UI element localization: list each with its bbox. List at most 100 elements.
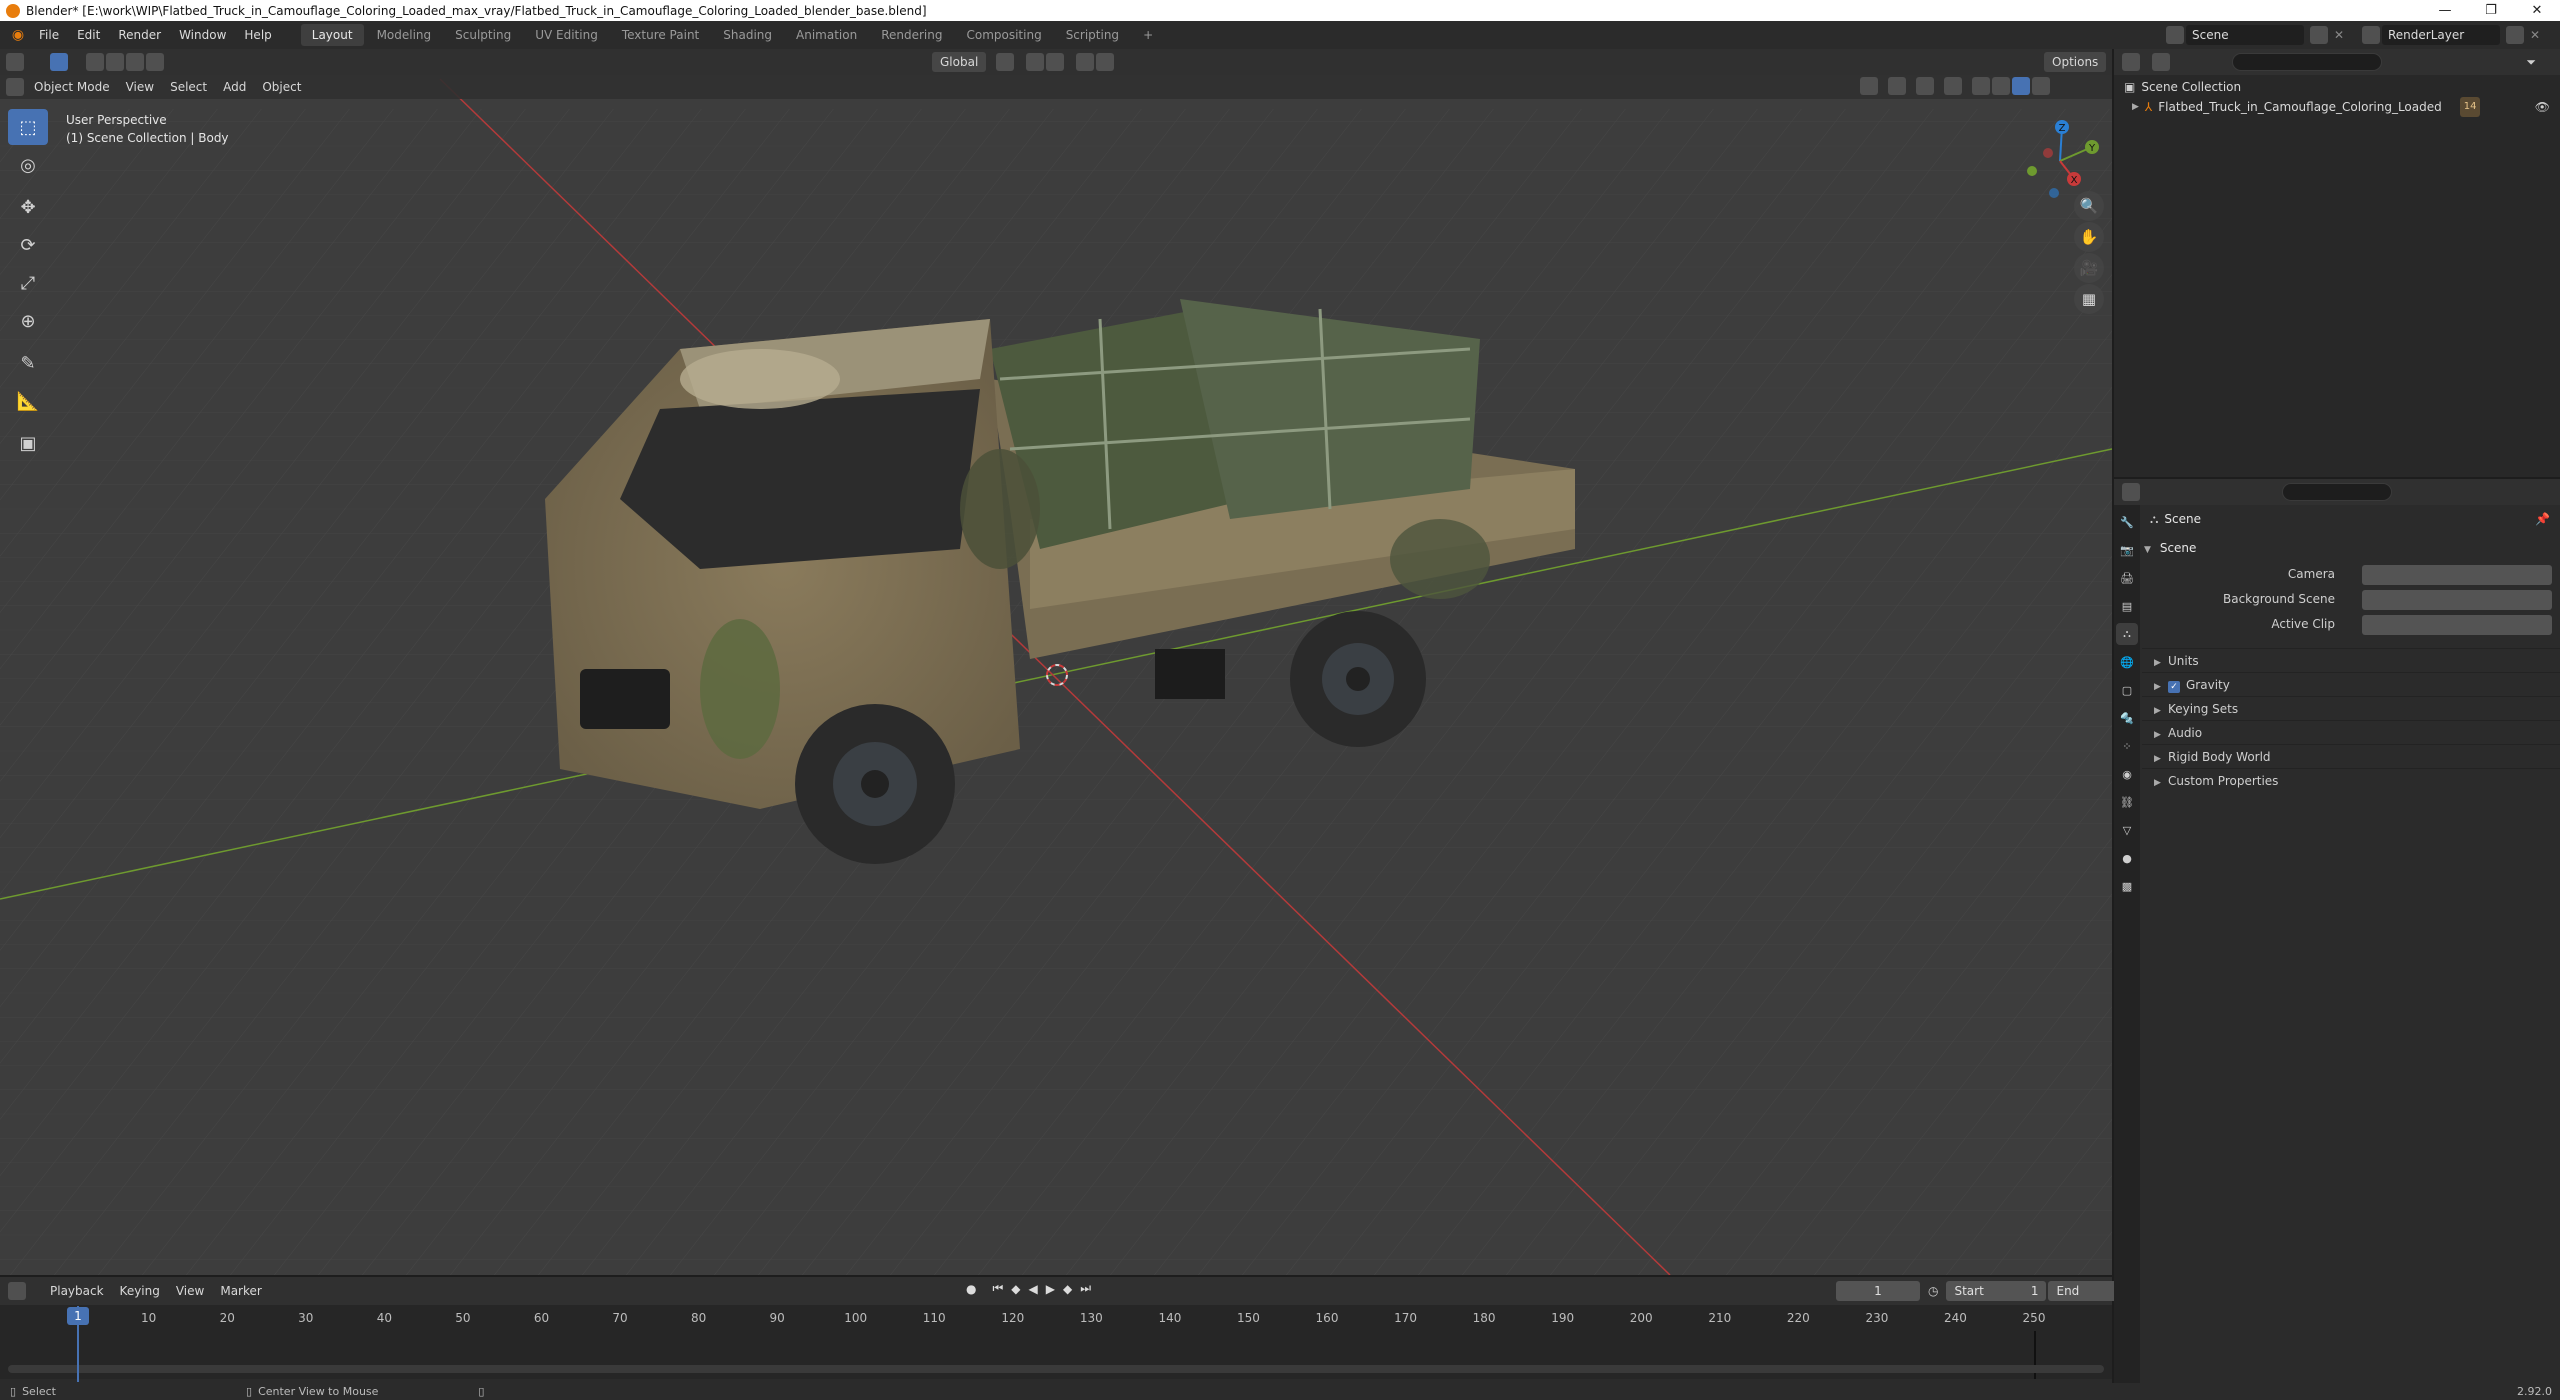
menu-view[interactable]: View: [118, 77, 162, 97]
modifier-tab-icon[interactable]: 🔩: [2116, 707, 2138, 729]
units-panel[interactable]: ▶ Units: [2142, 648, 2560, 672]
start-frame-field[interactable]: Start 1: [1946, 1281, 2047, 1301]
new-scene-icon[interactable]: [2310, 26, 2328, 44]
particles-tab-icon[interactable]: ⁘: [2116, 735, 2138, 757]
properties-editor-type-icon[interactable]: [2122, 483, 2140, 501]
tab-texture-paint[interactable]: Texture Paint: [611, 24, 710, 46]
record-icon[interactable]: ●: [966, 1282, 976, 1296]
rigid-body-world-panel[interactable]: ▶ Rigid Body World: [2142, 744, 2560, 768]
physics-tab-icon[interactable]: ◉: [2116, 763, 2138, 785]
measure-tool-icon[interactable]: 📐: [8, 383, 48, 419]
move-tool-icon[interactable]: ✥: [8, 189, 48, 225]
zoom-icon[interactable]: 🔍: [2074, 191, 2104, 221]
constraints-tab-icon[interactable]: ⛓: [2116, 791, 2138, 813]
timeline-scrollbar[interactable]: [8, 1365, 2104, 1373]
remove-view-layer-icon[interactable]: ✕: [2530, 28, 2540, 42]
gizmo-toggle-icon[interactable]: [1888, 77, 1906, 95]
minimize-button[interactable]: —: [2422, 0, 2468, 21]
keying-sets-panel[interactable]: ▶ Keying Sets: [2142, 696, 2560, 720]
mode-dropdown[interactable]: Object Mode: [26, 77, 118, 97]
mode-extend-icon[interactable]: [106, 53, 124, 71]
outliner-editor-type-icon[interactable]: [2122, 53, 2140, 71]
snap-icon[interactable]: [1026, 53, 1045, 71]
display-mode-icon[interactable]: [2152, 53, 2170, 71]
timeline-track-area[interactable]: [0, 1331, 2112, 1379]
falloff-icon[interactable]: [1096, 53, 1115, 71]
xray-icon[interactable]: [1944, 77, 1962, 95]
menu-window[interactable]: Window: [170, 21, 235, 49]
menu-timeline-view[interactable]: View: [168, 1281, 212, 1301]
ortho-grid-icon[interactable]: ▦: [2074, 284, 2104, 314]
playhead-frame-label[interactable]: 1: [67, 1307, 89, 1325]
menu-help[interactable]: Help: [235, 21, 280, 49]
navigation-gizmo[interactable]: Z Y X: [2010, 113, 2100, 203]
remove-scene-icon[interactable]: ✕: [2334, 28, 2344, 42]
add-workspace-button[interactable]: +: [1132, 24, 1164, 46]
close-button[interactable]: ✕: [2514, 0, 2560, 21]
tab-sculpting[interactable]: Sculpting: [444, 24, 522, 46]
neg-x-axis-gizmo[interactable]: [2043, 148, 2053, 158]
mode-intersect-icon[interactable]: [146, 53, 164, 71]
menu-marker[interactable]: Marker: [212, 1281, 269, 1301]
overlay-toggle-icon[interactable]: [1916, 77, 1934, 95]
properties-search-input[interactable]: [2282, 483, 2392, 501]
shading-wireframe-icon[interactable]: [1972, 77, 1990, 95]
shading-rendered-icon[interactable]: [2032, 77, 2050, 95]
snap-target-icon[interactable]: [1046, 53, 1065, 71]
restore-button[interactable]: ❐: [2468, 0, 2514, 21]
scene-tab-icon[interactable]: ⛬: [2116, 623, 2138, 645]
camera-field[interactable]: [2362, 565, 2552, 585]
tab-uv-editing[interactable]: UV Editing: [524, 24, 609, 46]
scene-collection-row[interactable]: ▣ Scene Collection: [2124, 77, 2560, 97]
render-tab-icon[interactable]: 📷: [2116, 539, 2138, 561]
object-tab-icon[interactable]: ▢: [2116, 679, 2138, 701]
audio-panel[interactable]: ▶ Audio: [2142, 720, 2560, 744]
tab-layout[interactable]: Layout: [300, 24, 364, 46]
menu-file[interactable]: File: [30, 21, 68, 49]
menu-add[interactable]: Add: [215, 77, 254, 97]
select-box-icon[interactable]: [50, 53, 68, 71]
data-tab-icon[interactable]: ▽: [2116, 819, 2138, 841]
menu-playback[interactable]: Playback: [42, 1281, 112, 1301]
menu-object[interactable]: Object: [254, 77, 309, 97]
view-layer-tab-icon[interactable]: ▤: [2116, 595, 2138, 617]
menu-render[interactable]: Render: [109, 21, 170, 49]
editor-type-icon[interactable]: [6, 53, 24, 71]
scene-panel-header[interactable]: ▼ Scene: [2142, 533, 2560, 563]
play-reverse-icon[interactable]: ◀: [1029, 1282, 1038, 1296]
transform-tool-icon[interactable]: ⊕: [8, 303, 48, 339]
current-frame-field[interactable]: 1: [1836, 1281, 1920, 1301]
next-keyframe-icon[interactable]: ◆: [1063, 1282, 1072, 1296]
new-view-layer-icon[interactable]: [2506, 26, 2524, 44]
neg-z-axis-gizmo[interactable]: [2049, 188, 2059, 198]
blender-menu-icon[interactable]: ◉: [6, 25, 30, 45]
custom-properties-panel[interactable]: ▶ Custom Properties: [2142, 768, 2560, 792]
filter-icon[interactable]: ⏷: [2526, 55, 2536, 70]
view-layer-selector[interactable]: RenderLayer: [2382, 25, 2500, 45]
tab-animation[interactable]: Animation: [785, 24, 868, 46]
tab-shading[interactable]: Shading: [712, 24, 783, 46]
tab-scripting[interactable]: Scripting: [1055, 24, 1130, 46]
shading-solid-icon[interactable]: [1992, 77, 2010, 95]
shading-material-icon[interactable]: [2012, 77, 2030, 95]
tab-modeling[interactable]: Modeling: [366, 24, 443, 46]
scene-selector[interactable]: Scene: [2186, 25, 2304, 45]
rotate-tool-icon[interactable]: ⟳: [8, 227, 48, 263]
mode-subtract-icon[interactable]: [126, 53, 144, 71]
timeline-editor-type-icon[interactable]: [8, 1282, 26, 1300]
outliner-object-row[interactable]: ▶ ⅄ Flatbed_Truck_in_Camouflage_Coloring…: [2124, 97, 2560, 117]
menu-edit[interactable]: Edit: [68, 21, 109, 49]
visibility-eye-icon[interactable]: 👁: [2535, 97, 2550, 117]
play-icon[interactable]: ▶: [1046, 1282, 1055, 1296]
pin-icon[interactable]: 📌: [2535, 505, 2550, 533]
active-clip-field[interactable]: [2362, 615, 2552, 635]
proportional-edit-icon[interactable]: [1076, 53, 1095, 71]
options-dropdown[interactable]: Options: [2044, 52, 2107, 72]
camera-view-icon[interactable]: 🎥: [2074, 253, 2104, 283]
outliner-search-input[interactable]: [2232, 53, 2382, 71]
menu-keying[interactable]: Keying: [112, 1281, 168, 1301]
tool-tab-icon[interactable]: 🔧: [2116, 511, 2138, 533]
menu-select[interactable]: Select: [162, 77, 215, 97]
cursor-tool-icon[interactable]: ◎: [8, 147, 48, 183]
gravity-panel[interactable]: ▶ ✓ Gravity: [2142, 672, 2560, 696]
